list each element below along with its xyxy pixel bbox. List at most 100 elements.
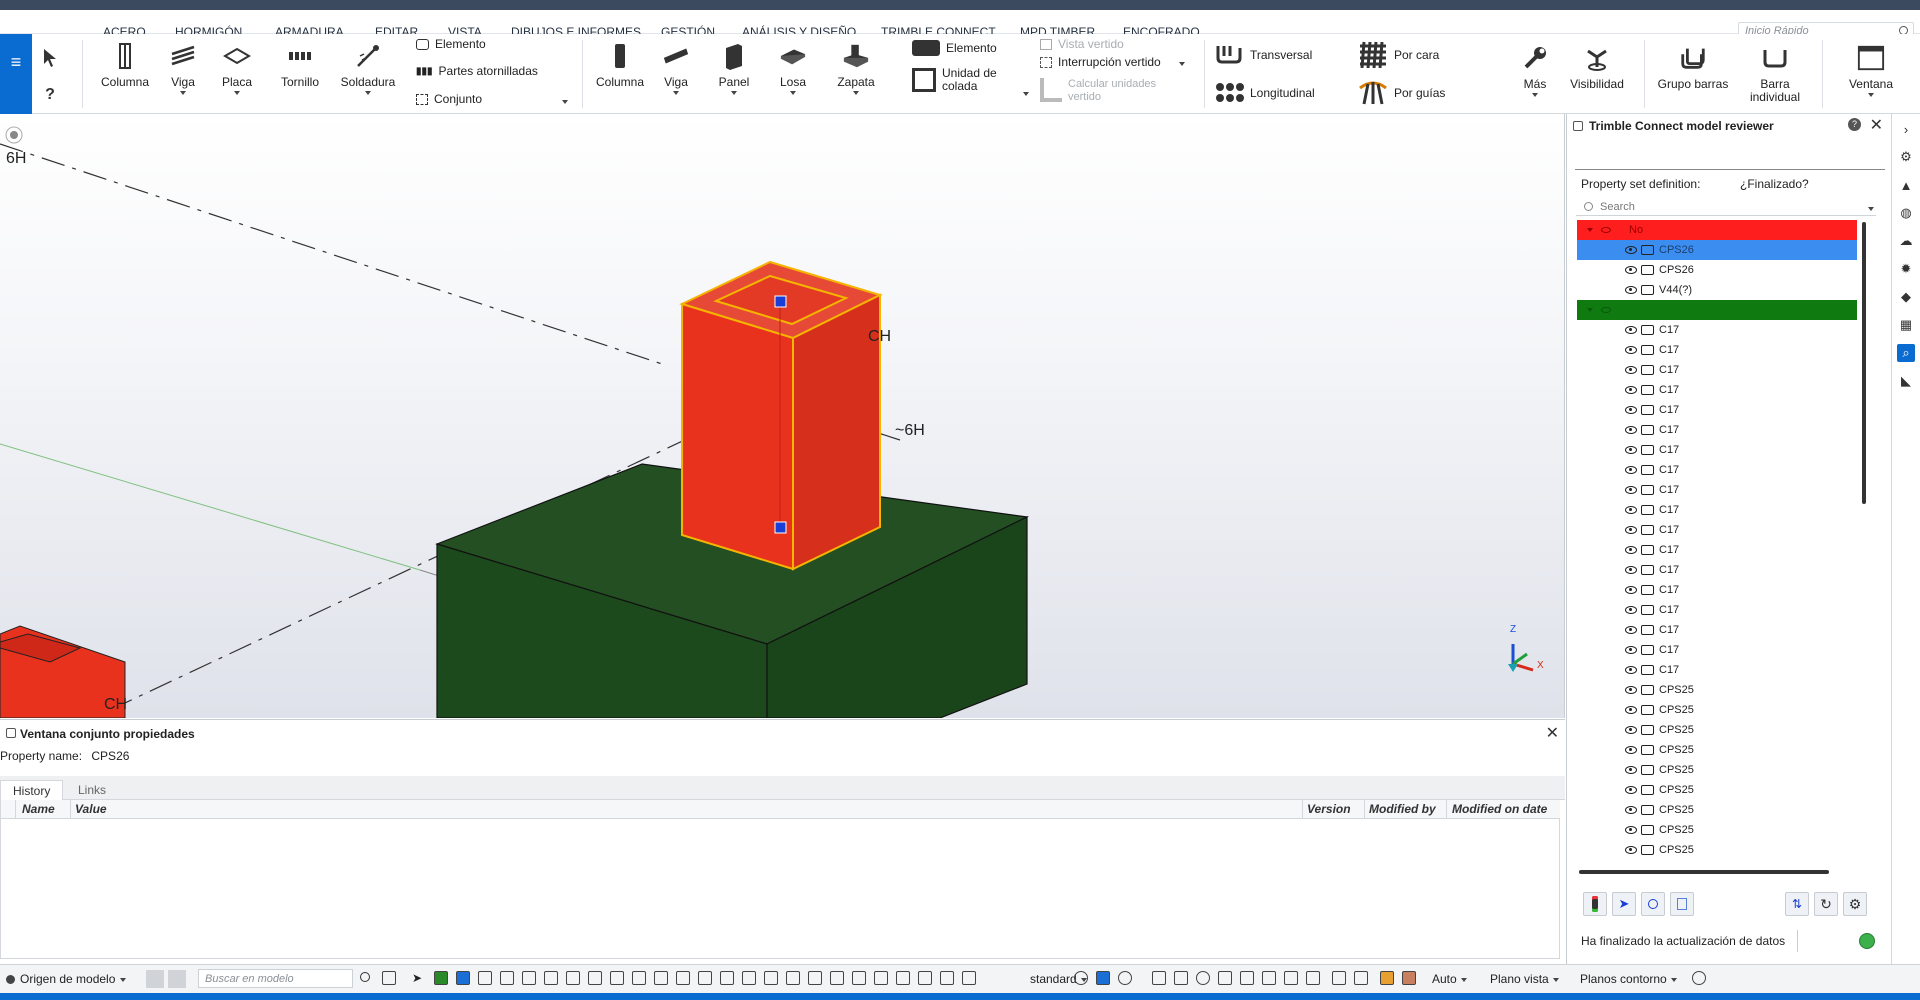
tree-item[interactable]: CPS25 <box>1577 680 1857 700</box>
tree-item[interactable]: C17 <box>1577 320 1857 340</box>
eye-icon[interactable] <box>1625 506 1637 514</box>
gear-icon[interactable]: ✹ <box>1897 260 1915 278</box>
eye-icon[interactable] <box>1625 686 1637 694</box>
cube-icon[interactable]: ◆ <box>1897 288 1915 306</box>
learning-icon[interactable]: ▲ <box>1897 176 1915 194</box>
tree-item[interactable]: CPS25 <box>1577 800 1857 820</box>
weld-button[interactable]: Soldadura <box>336 42 400 95</box>
expand-icon[interactable] <box>1587 228 1593 232</box>
model-search-input[interactable]: Buscar en modelo <box>198 969 353 988</box>
visibility-button[interactable]: Visibilidad <box>1562 44 1632 91</box>
tree-item[interactable]: C17 <box>1577 460 1857 480</box>
tree-item[interactable]: C17 <box>1577 360 1857 380</box>
refresh-button[interactable]: ↻ <box>1814 892 1838 916</box>
snap-icon[interactable] <box>1174 971 1188 985</box>
pour-break-button[interactable]: Interrupción vertido <box>1040 56 1185 69</box>
eye-icon[interactable] <box>1625 406 1637 414</box>
model-reviewer-icon[interactable]: ⌕ <box>1897 344 1915 362</box>
eye-icon[interactable] <box>1625 566 1637 574</box>
snap-icon[interactable] <box>764 971 778 985</box>
snap-icon[interactable] <box>918 971 932 985</box>
tree-item[interactable]: V44(?) <box>1577 280 1857 300</box>
rebar-by-face-button[interactable]: Por cara <box>1358 40 1439 71</box>
eye-icon[interactable] <box>1625 526 1637 534</box>
concrete-panel-button[interactable]: Panel <box>710 42 758 95</box>
tree-item[interactable]: C17 <box>1577 560 1857 580</box>
tree-item[interactable]: C17 <box>1577 600 1857 620</box>
list-button[interactable] <box>1670 892 1694 916</box>
eye-icon[interactable] <box>1625 346 1637 354</box>
eye-icon[interactable] <box>1625 726 1637 734</box>
remove-button[interactable] <box>168 970 186 988</box>
eye-icon[interactable] <box>1601 227 1611 233</box>
auto-select[interactable]: Auto <box>1432 972 1467 986</box>
snap-icon[interactable] <box>962 971 976 985</box>
concrete-beam-button[interactable]: Viga <box>652 42 700 95</box>
tree-item[interactable]: C17 <box>1577 660 1857 680</box>
snap-icon[interactable] <box>698 971 712 985</box>
longitudinal-rebar-button[interactable]: Longitudinal <box>1214 80 1315 107</box>
concrete-column-button[interactable]: Columna <box>592 42 648 89</box>
eye-icon[interactable] <box>1625 366 1637 374</box>
expand-icon[interactable] <box>1587 308 1593 312</box>
footing-button[interactable]: Zapata <box>828 42 884 95</box>
steel-beam-button[interactable]: Viga <box>158 42 208 95</box>
tab-links[interactable]: Links <box>66 780 118 800</box>
more-button[interactable]: Más <box>1510 44 1560 97</box>
col-modified-on-date[interactable]: Modified on date <box>1452 802 1547 816</box>
tree-item[interactable]: C17 <box>1577 340 1857 360</box>
snap-icon[interactable] <box>1354 971 1368 985</box>
property-set-value[interactable]: ¿Finalizado? <box>1740 177 1809 191</box>
snap-icon[interactable] <box>1332 971 1346 985</box>
cloud-icon[interactable]: ☁ <box>1897 232 1915 250</box>
tree-group-green[interactable] <box>1577 300 1857 320</box>
tab-history[interactable]: History <box>0 780 64 800</box>
traffic-light-button[interactable] <box>1583 892 1607 916</box>
transverse-rebar-button[interactable]: Transversal <box>1214 42 1312 69</box>
steel-column-button[interactable]: Columna <box>96 42 154 89</box>
calculate-pour-units-button[interactable]: Calcular unidades vertido <box>1040 78 1156 104</box>
snap-icon[interactable] <box>1262 971 1276 985</box>
snap-icon[interactable] <box>1152 971 1166 985</box>
chevron-right-icon[interactable]: › <box>1897 120 1915 138</box>
snap-icon[interactable] <box>456 971 470 985</box>
close-icon[interactable]: ✕ <box>1870 115 1883 135</box>
snap-icon[interactable] <box>1218 971 1232 985</box>
tree-vertical-scrollbar[interactable] <box>1862 222 1866 504</box>
tree-item[interactable]: CPS25 <box>1577 780 1857 800</box>
view-plane-select[interactable]: Plano vista <box>1490 972 1559 986</box>
eye-icon[interactable] <box>1625 386 1637 394</box>
help-icon[interactable]: ? <box>1848 118 1861 131</box>
eye-icon[interactable] <box>1625 426 1637 434</box>
assembly-button[interactable]: Conjunto <box>416 93 482 106</box>
tag-icon[interactable]: ◣ <box>1897 372 1915 390</box>
eye-icon[interactable] <box>1118 971 1132 985</box>
handle-bottom[interactable] <box>774 521 787 534</box>
eye-icon[interactable] <box>1601 307 1611 313</box>
bolt-button[interactable]: Tornillo <box>270 42 330 89</box>
eye-icon[interactable] <box>1625 746 1637 754</box>
tree-item[interactable]: CPS25 <box>1577 760 1857 780</box>
steel-plate-button[interactable]: Placa <box>212 42 262 95</box>
snap-icon[interactable] <box>808 971 822 985</box>
snap-icon[interactable] <box>896 971 910 985</box>
eye-icon[interactable] <box>1625 446 1637 454</box>
tree-item[interactable]: C17 <box>1577 440 1857 460</box>
properties-icon[interactable]: ⚙ <box>1897 148 1915 166</box>
eye-icon[interactable] <box>1625 826 1637 834</box>
select-objects-button[interactable]: ➤ <box>1612 892 1636 916</box>
snap-icon[interactable] <box>654 971 668 985</box>
eye-icon[interactable] <box>1625 546 1637 554</box>
tree-item[interactable]: CPS25 <box>1577 700 1857 720</box>
close-icon[interactable]: ✕ <box>1546 723 1559 743</box>
tree-group-red[interactable]: No <box>1577 220 1857 240</box>
snap-icon[interactable] <box>940 971 954 985</box>
zoom-selected-button[interactable] <box>1641 892 1665 916</box>
model-viewport[interactable]: 6H CH ~6H CH Z X <box>0 114 1565 718</box>
tree-item[interactable]: CPS25 <box>1577 840 1857 860</box>
snap-icon[interactable] <box>1074 971 1088 985</box>
snap-icon[interactable] <box>830 971 844 985</box>
tree-item[interactable]: C17 <box>1577 400 1857 420</box>
pour-view-button[interactable]: Vista vertido <box>1040 38 1124 51</box>
handle-top[interactable] <box>774 295 787 308</box>
